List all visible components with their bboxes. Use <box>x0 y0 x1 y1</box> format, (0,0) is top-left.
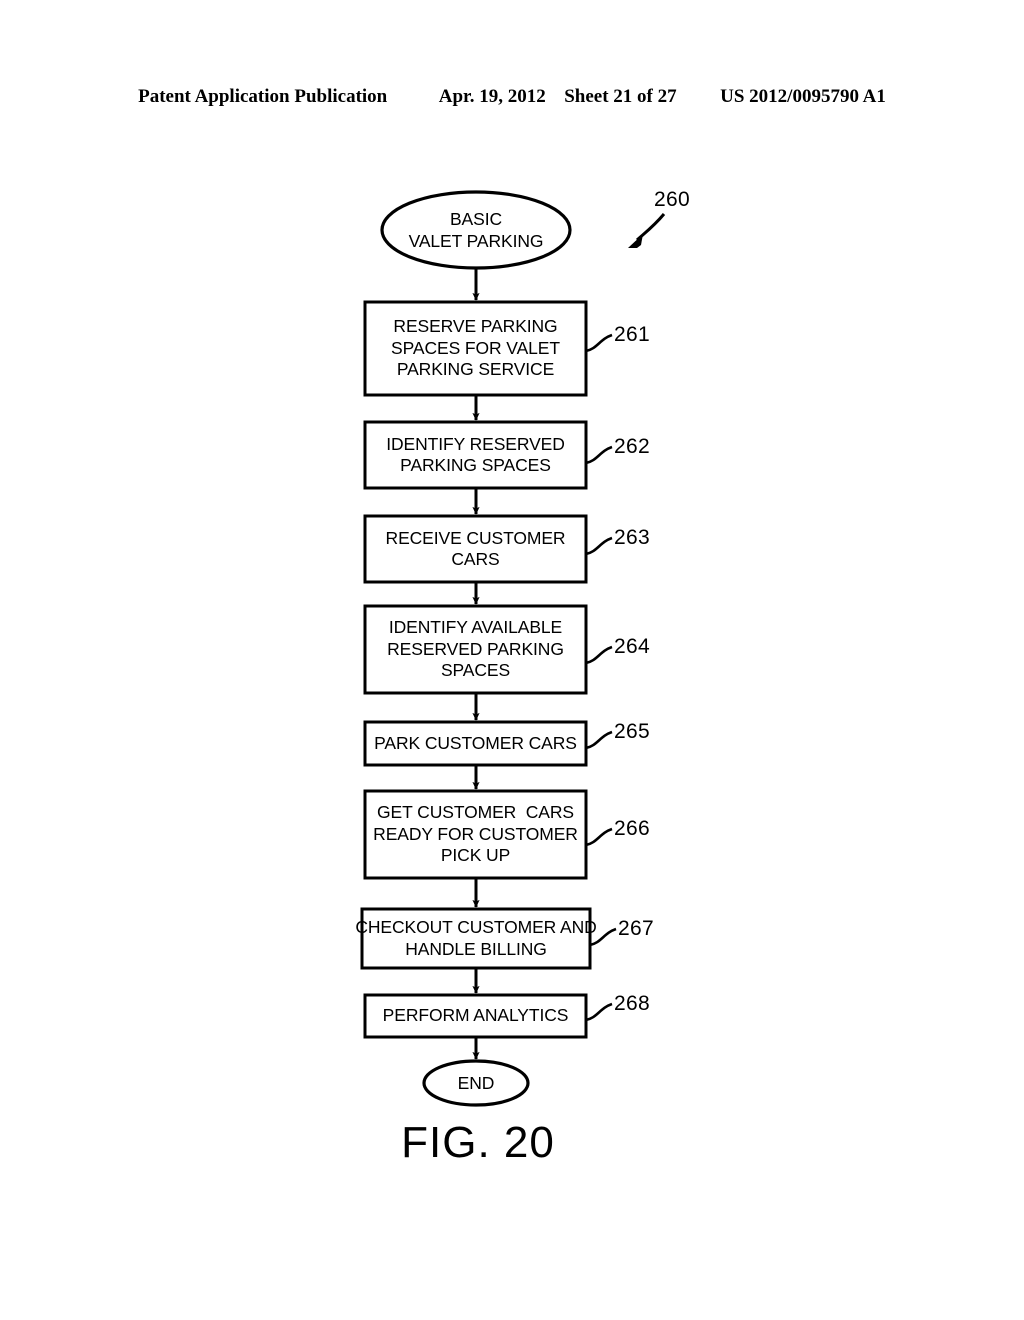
step-267-line-1: CHECKOUT CUSTOMER AND <box>355 917 597 937</box>
ref-numeral-265: 265 <box>614 720 650 743</box>
ref-numeral-266: 266 <box>614 817 650 840</box>
start-oval-line-2: VALET PARKING <box>408 231 544 251</box>
step-262-line-2: PARKING SPACES <box>400 455 551 475</box>
step-264-line-2: RESERVED PARKING <box>387 638 564 659</box>
step-266-line-1: GET CUSTOMER CARS <box>377 802 574 823</box>
step-267-line-2: HANDLE BILLING <box>405 938 547 959</box>
figure-caption-text: FIG. 20 <box>401 1118 555 1167</box>
ref-numeral-263: 263 <box>614 526 650 549</box>
step-264-line-1: IDENTIFY AVAILABLE <box>388 617 563 638</box>
figure-caption: FIG. 20 <box>0 1118 1024 1168</box>
ref-264-leader <box>585 645 613 665</box>
step-label-268: PERFORM ANALYTICS <box>365 995 586 1037</box>
ref-numeral-261: 261 <box>614 323 650 346</box>
ref-261-leader <box>585 333 613 353</box>
step-261-line-1: RESERVE PARKING <box>393 316 558 337</box>
end-oval-text: END <box>457 1073 495 1093</box>
end-oval-label: END <box>424 1061 528 1105</box>
ref-260-arrowhead <box>628 234 643 248</box>
step-label-265: PARK CUSTOMER CARS <box>365 722 586 765</box>
ref-numeral-260: 260 <box>654 188 690 211</box>
step-268-line-1: PERFORM ANALYTICS <box>382 1005 569 1026</box>
step-label-263: RECEIVE CUSTOMER CARS <box>365 516 586 582</box>
step-261-line-3: PARKING SERVICE <box>396 359 555 380</box>
ref-266-leader <box>585 827 613 847</box>
ref-numeral-268: 268 <box>614 992 650 1015</box>
ref-numeral-264: 264 <box>614 635 650 658</box>
step-label-264: IDENTIFY AVAILABLE RESERVED PARKING SPAC… <box>365 606 586 693</box>
step-265-line-1: PARK CUSTOMER CARS <box>374 732 577 753</box>
ref-265-leader <box>585 730 613 750</box>
step-262-line-1: IDENTIFY RESERVED <box>386 433 565 454</box>
ref-262-leader <box>585 445 613 465</box>
ref-numeral-262: 262 <box>614 435 650 458</box>
start-oval-line-1: BASIC <box>449 209 503 229</box>
step-263-line-2: CARS <box>451 549 500 569</box>
step-261-line-2: SPACES FOR VALET <box>391 337 560 358</box>
ref-268-leader <box>585 1002 613 1022</box>
start-oval-label: BASIC VALET PARKING <box>382 192 570 268</box>
step-264-line-3: SPACES <box>440 660 511 681</box>
step-label-267: CHECKOUT CUSTOMER AND HANDLE BILLING <box>355 909 596 968</box>
step-label-266: GET CUSTOMER CARS READY FOR CUSTOMER PIC… <box>365 791 586 878</box>
ref-263-leader <box>585 536 613 556</box>
step-266-line-2: READY FOR CUSTOMER <box>373 823 578 844</box>
step-263-line-1: RECEIVE CUSTOMER <box>385 527 566 548</box>
step-266-line-3: PICK UP <box>440 845 511 866</box>
step-label-262: IDENTIFY RESERVED PARKING SPACES <box>365 422 586 488</box>
step-label-261: RESERVE PARKING SPACES FOR VALET PARKING… <box>365 302 586 395</box>
ref-numeral-267: 267 <box>618 917 654 940</box>
